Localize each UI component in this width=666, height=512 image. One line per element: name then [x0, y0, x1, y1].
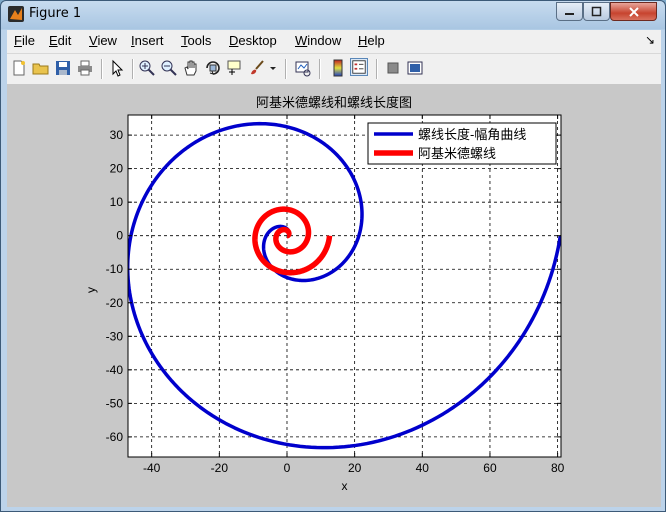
menu-window-mnemonic: W — [295, 33, 308, 48]
x-tick-label: -40 — [143, 461, 161, 475]
menu-window-label: indow — [307, 33, 342, 48]
menu-tools-label: ools — [187, 33, 212, 48]
zoom-in-icon[interactable] — [138, 59, 156, 77]
x-tick-label: -20 — [211, 461, 229, 475]
brush-dropdown-icon[interactable] — [268, 59, 278, 77]
rotate-3d-icon[interactable] — [204, 59, 222, 77]
menu-edit-label: dit — [57, 33, 72, 48]
edit-plot-icon[interactable] — [108, 59, 126, 77]
data-cursor-icon[interactable] — [226, 59, 244, 77]
y-tick-label: -10 — [106, 262, 124, 276]
toolbar-separator — [101, 59, 103, 79]
close-icon — [628, 6, 639, 17]
plot-axes[interactable]: -40 -20 0 20 40 60 80 30 20 10 0 -10 -20 -30 -40 -50 -60… — [7, 84, 661, 507]
menu-help[interactable]: Help — [358, 33, 385, 48]
menu-view[interactable]: View — [89, 33, 117, 48]
x-axis-label: x — [342, 479, 348, 493]
menu-tools[interactable]: Tools — [181, 33, 211, 48]
menu-edit-mnemonic: E — [49, 33, 58, 48]
minimize-button[interactable] — [556, 2, 583, 21]
y-tick-label: 20 — [110, 162, 124, 176]
menu-file-mnemonic: F — [14, 33, 22, 48]
colorbar-icon[interactable] — [329, 59, 347, 77]
maximize-button[interactable] — [583, 2, 610, 21]
menu-desktop-label: esktop — [238, 33, 277, 48]
figure-window: Figure 1 File Edit View Insert Tools Des… — [0, 0, 666, 512]
menu-file[interactable]: File — [14, 33, 35, 48]
y-tick-label: -30 — [106, 329, 124, 343]
menu-help-mnemonic: H — [358, 33, 368, 48]
legend-icon[interactable] — [350, 58, 368, 76]
pan-icon[interactable] — [182, 59, 200, 77]
hide-plot-tools-icon[interactable] — [384, 59, 402, 77]
menu-window[interactable]: Window — [295, 33, 341, 48]
zoom-out-icon[interactable] — [160, 59, 178, 77]
matlab-app-icon — [8, 6, 24, 22]
menu-desktop[interactable]: Desktop — [229, 33, 277, 48]
x-tick-label: 40 — [416, 461, 430, 475]
figure-toolbar — [7, 53, 661, 84]
toolbar-separator — [132, 59, 134, 79]
legend-label-2: 阿基米德螺线 — [418, 146, 496, 161]
menu-insert[interactable]: Insert — [131, 33, 164, 48]
toolbar-separator — [376, 59, 378, 79]
y-tick-label: 10 — [110, 195, 124, 209]
y-tick-label: 0 — [116, 229, 123, 243]
y-tick-label: -40 — [106, 363, 124, 377]
x-tick-label: 80 — [551, 461, 565, 475]
y-tick-label: -50 — [106, 396, 124, 410]
y-tick-label: 30 — [110, 128, 124, 142]
menu-desktop-mnemonic: D — [229, 33, 239, 48]
window-title: Figure 1 — [29, 6, 82, 21]
close-button[interactable] — [610, 2, 657, 21]
show-plot-tools-icon[interactable] — [406, 59, 424, 77]
x-tick-label: 0 — [284, 461, 291, 475]
menu-help-label: elp — [367, 33, 385, 48]
title-bar[interactable]: Figure 1 — [1, 1, 665, 29]
maximize-icon — [591, 6, 602, 17]
brush-icon[interactable] — [248, 59, 266, 77]
new-figure-icon[interactable] — [10, 59, 28, 77]
menu-bar: File Edit View Insert Tools Desktop Wind… — [7, 30, 661, 53]
menu-insert-label: nsert — [134, 33, 164, 48]
menu-file-label: ile — [21, 33, 35, 48]
save-icon[interactable] — [54, 59, 72, 77]
dock-arrow-icon[interactable]: ↘ — [645, 33, 655, 47]
menu-edit[interactable]: Edit — [49, 33, 71, 48]
figure-canvas: 阿基米德螺线和螺线长度图 -40 -20 0 20 40 60 80 30 20 10 0 -10 -2… — [7, 84, 661, 507]
toolbar-separator — [319, 59, 321, 79]
y-tick-label: -60 — [106, 430, 124, 444]
x-tick-label: 60 — [483, 461, 497, 475]
print-icon[interactable] — [76, 59, 94, 77]
open-icon[interactable] — [32, 59, 50, 77]
minimize-icon — [565, 13, 574, 15]
legend-label-1: 螺线长度-幅角曲线 — [418, 127, 526, 142]
y-tick-label: -20 — [106, 296, 124, 310]
menu-view-label: iew — [97, 33, 117, 48]
x-tick-label: 20 — [348, 461, 362, 475]
link-plot-icon[interactable] — [294, 59, 312, 77]
toolbar-separator — [285, 59, 287, 79]
y-axis-label: y — [84, 287, 98, 293]
